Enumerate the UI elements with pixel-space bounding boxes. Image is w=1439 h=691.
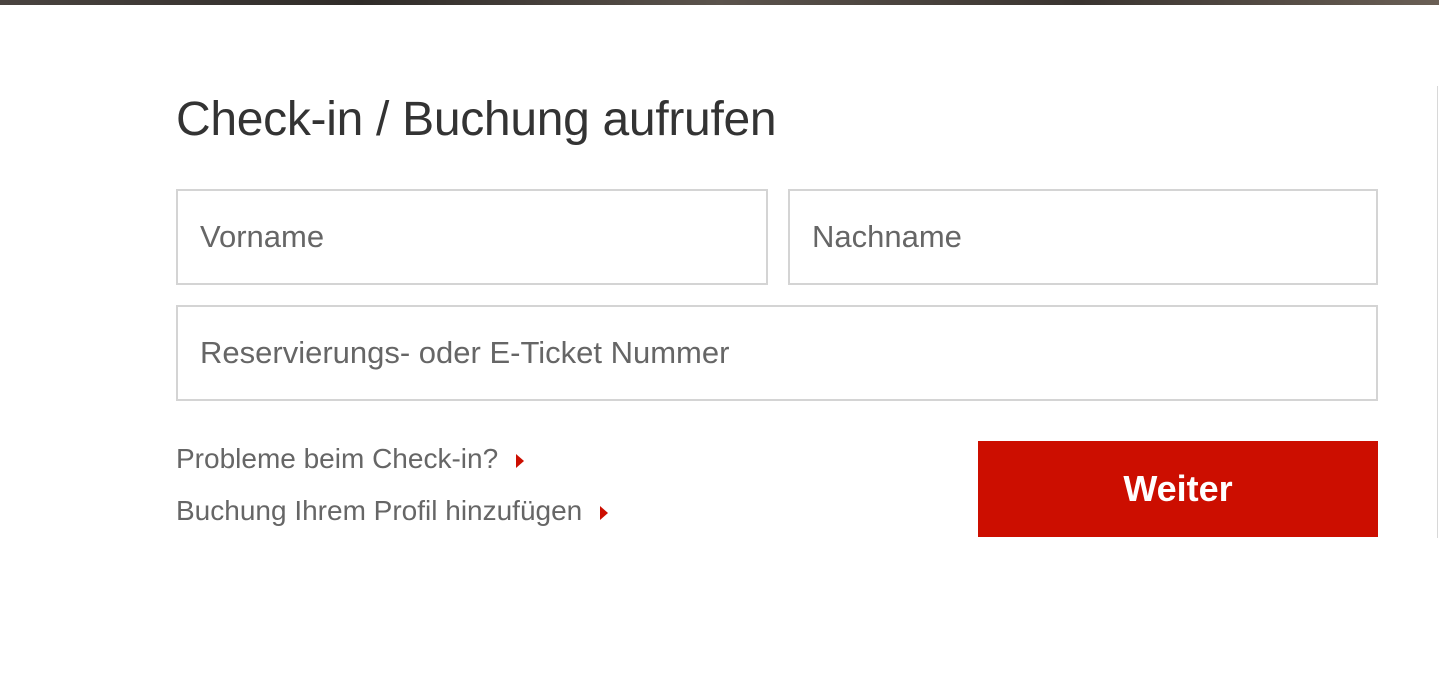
hero-image-edge	[0, 0, 1439, 5]
reservation-field	[176, 305, 1378, 401]
add-booking-to-profile-link[interactable]: Buchung Ihrem Profil hinzufügen	[176, 494, 609, 528]
add-booking-to-profile-label: Buchung Ihrem Profil hinzufügen	[176, 495, 583, 526]
caret-right-icon	[516, 454, 525, 468]
first-name-field	[176, 189, 768, 285]
reservation-number-input[interactable]	[178, 307, 1376, 399]
page-title: Check-in / Buchung aufrufen	[176, 93, 777, 146]
first-name-input[interactable]	[178, 191, 766, 283]
divider	[1437, 86, 1438, 538]
continue-button[interactable]: Weiter	[978, 441, 1378, 537]
help-links: Probleme beim Check-in? Buchung Ihrem Pr…	[176, 442, 609, 528]
caret-right-icon	[600, 506, 609, 520]
last-name-field	[788, 189, 1378, 285]
checkin-problems-link[interactable]: Probleme beim Check-in?	[176, 442, 608, 476]
checkin-problems-label: Probleme beim Check-in?	[176, 443, 499, 474]
last-name-input[interactable]	[790, 191, 1376, 283]
